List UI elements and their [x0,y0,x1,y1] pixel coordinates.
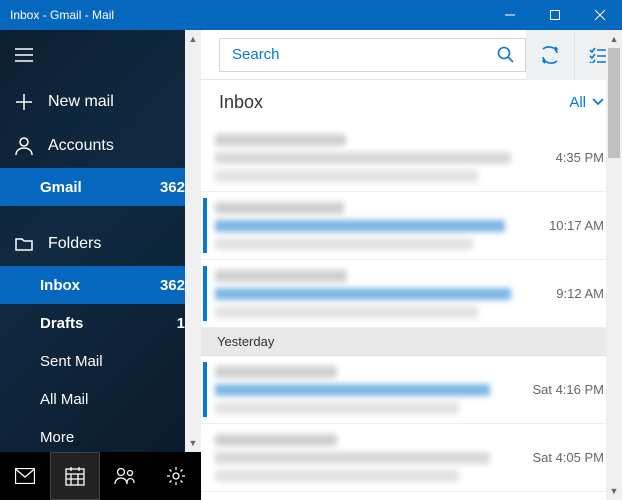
folder-all-mail[interactable]: All Mail [0,380,201,418]
folders-header[interactable]: Folders [0,222,201,266]
search-input[interactable]: Search [219,38,526,72]
folder-icon [14,234,34,254]
message-time: 10:17 AM [549,218,604,233]
folder-count: 362 [160,277,185,294]
folder-inbox[interactable]: Inbox362 [0,266,201,304]
window-title: Inbox - Gmail - Mail [10,8,487,22]
message-list: 4:35 PM 10:17 AM 9:12 AM Yesterday Sat 4:16 … [201,124,622,500]
message-time: 9:12 AM [556,286,604,301]
account-gmail[interactable]: Gmail 362 [0,168,201,206]
sync-button[interactable] [526,30,574,80]
plus-icon [14,92,34,112]
folder-label: Drafts [40,315,177,332]
filter-label: All [569,94,586,111]
message-time: Sat 4:16 PM [532,382,604,397]
message-row[interactable]: 4:35 PM [201,124,622,192]
folder-label: All Mail [40,391,185,408]
folder-label: More [40,429,185,446]
list-title: Inbox [219,92,569,113]
folder-drafts[interactable]: Drafts1 [0,304,201,342]
mail-app-button[interactable] [0,452,50,500]
folder-label: Sent Mail [40,353,185,370]
content-scrollbar[interactable]: ▲ ▼ [606,30,622,500]
close-button[interactable] [577,0,622,30]
filter-dropdown[interactable]: All [569,94,604,111]
folder-more[interactable]: More [0,418,201,452]
message-row[interactable]: 9:12 AM [201,260,622,328]
account-name: Gmail [40,179,160,196]
chevron-down-icon [592,98,604,106]
search-icon[interactable] [497,46,517,64]
sidebar-scrollbar[interactable]: ▲ ▼ [185,30,201,452]
calendar-app-button[interactable] [50,452,100,500]
message-row[interactable]: 10:17 AM [201,192,622,260]
message-preview [215,434,532,482]
scrollbar-thumb[interactable] [608,48,620,158]
sidebar: New mail Accounts Gmail 362 Folders Inbo… [0,30,201,500]
search-bar: Search [201,30,622,80]
message-row[interactable]: Sat 4:05 PM [201,424,622,492]
message-preview [215,366,532,414]
new-mail-button[interactable]: New mail [0,80,201,124]
folder-label: Inbox [40,277,160,294]
group-header[interactable]: Yesterday [201,328,622,356]
message-preview [215,270,556,318]
message-preview [215,134,556,182]
folder-count: 1 [177,315,185,332]
sidebar-bottom-bar [0,452,201,500]
title-bar: Inbox - Gmail - Mail [0,0,622,30]
folders-label: Folders [48,235,187,253]
search-placeholder: Search [232,46,497,63]
list-header: Inbox All [201,80,622,124]
message-time: 4:35 PM [556,150,604,165]
minimize-button[interactable] [487,0,532,30]
hamburger-button[interactable] [0,30,201,80]
message-preview [215,202,549,250]
settings-button[interactable] [151,452,201,500]
person-icon [14,136,34,156]
maximize-button[interactable] [532,0,577,30]
content-pane: ▲ ▼ Search Inbox All [201,30,622,500]
people-app-button[interactable] [100,452,150,500]
accounts-label: Accounts [48,137,187,155]
account-count: 362 [160,179,185,196]
folder-sent-mail[interactable]: Sent Mail [0,342,201,380]
hamburger-icon [14,45,34,65]
accounts-header[interactable]: Accounts [0,124,201,168]
message-row[interactable]: Sat 4:16 PM [201,356,622,424]
message-time: Sat 4:05 PM [532,450,604,465]
new-mail-label: New mail [48,93,187,111]
